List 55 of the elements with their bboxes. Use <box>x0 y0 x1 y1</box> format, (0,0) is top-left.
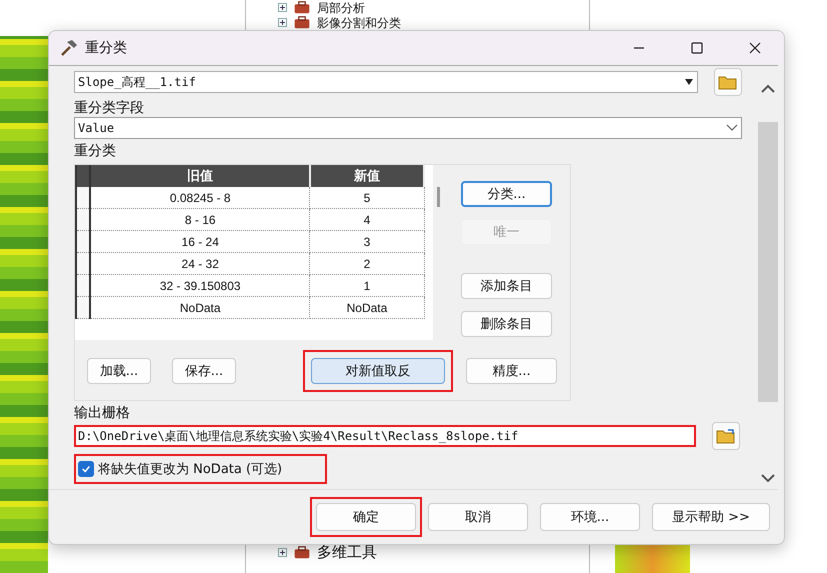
scrollbar-thumb[interactable] <box>437 187 440 207</box>
maximize-icon[interactable] <box>691 42 703 54</box>
table-cell[interactable]: 1 <box>310 274 424 296</box>
checkmark-icon <box>81 464 91 474</box>
folder-icon[interactable] <box>714 68 742 96</box>
section-label: 重分类 <box>74 142 117 160</box>
column-header: 旧值 <box>90 165 310 187</box>
folder-icon[interactable] <box>712 422 740 450</box>
table-cell[interactable]: 24 - 32 <box>90 252 310 274</box>
dialog-button[interactable]: 显示帮助 >> <box>652 503 770 531</box>
table-action-button[interactable]: 对新值取反 <box>311 358 445 384</box>
output-raster-field[interactable]: D:\OneDrive\桌面\地理信息系统实验\实验4\Result\Reclass_8slope.tif <box>74 425 696 447</box>
dialog-button[interactable]: 环境... <box>540 503 640 531</box>
side-button[interactable]: 添加条目 <box>461 273 552 299</box>
table-cell[interactable]: 8 - 16 <box>90 208 310 230</box>
chevron-down-icon[interactable] <box>726 124 738 132</box>
table-cell[interactable]: 2 <box>310 252 424 274</box>
checkbox-label[interactable]: 将缺失值更改为 NoData (可选) <box>98 460 282 478</box>
expand-icon[interactable] <box>278 18 287 27</box>
tree-item[interactable]: 局部分析 <box>317 0 365 14</box>
input-raster-field[interactable]: Slope_高程__1.tif <box>74 71 698 93</box>
toolbox-icon <box>293 1 311 14</box>
close-icon[interactable] <box>749 42 761 54</box>
table-cell[interactable]: 0.08245 - 8 <box>90 187 310 208</box>
dropdown-arrow-icon[interactable] <box>684 78 694 86</box>
scroll-up-icon[interactable] <box>761 84 775 94</box>
tree-item[interactable]: 多维工具 <box>317 543 377 561</box>
table-cell[interactable]: 3 <box>310 230 424 252</box>
column-header: 新值 <box>310 165 424 187</box>
table-cell[interactable]: 5 <box>310 187 424 208</box>
table-cell[interactable]: NoData <box>310 296 424 318</box>
table-cell[interactable]: 16 - 24 <box>90 230 310 252</box>
field-label: 重分类字段 <box>74 99 145 117</box>
reclass-field-dropdown[interactable]: Value <box>74 117 742 139</box>
expand-icon[interactable] <box>278 548 287 556</box>
window-title: 重分类 <box>85 39 128 57</box>
field-label: 输出栅格 <box>74 404 131 422</box>
side-button[interactable]: 分类... <box>461 181 552 207</box>
checkbox[interactable] <box>78 461 94 477</box>
toolbox-icon <box>293 16 311 29</box>
toolbox-icon <box>293 546 311 558</box>
side-button[interactable]: 删除条目 <box>461 311 552 337</box>
tree-item[interactable]: 影像分割和分类 <box>317 16 401 30</box>
table-cell[interactable]: NoData <box>90 296 310 318</box>
expand-icon[interactable] <box>278 3 287 12</box>
table-action-button[interactable]: 保存... <box>172 358 236 384</box>
table-action-button[interactable]: 加载... <box>87 358 151 384</box>
dialog-button[interactable]: 确定 <box>316 503 416 531</box>
table-action-button[interactable]: 精度... <box>466 358 557 384</box>
table-cell[interactable]: 32 - 39.150803 <box>90 274 310 296</box>
scroll-down-icon[interactable] <box>761 473 775 483</box>
scrollbar-thumb[interactable] <box>758 122 778 402</box>
table-cell[interactable]: 4 <box>310 208 424 230</box>
dialog-button[interactable]: 取消 <box>428 503 528 531</box>
hammer-icon <box>59 38 79 58</box>
